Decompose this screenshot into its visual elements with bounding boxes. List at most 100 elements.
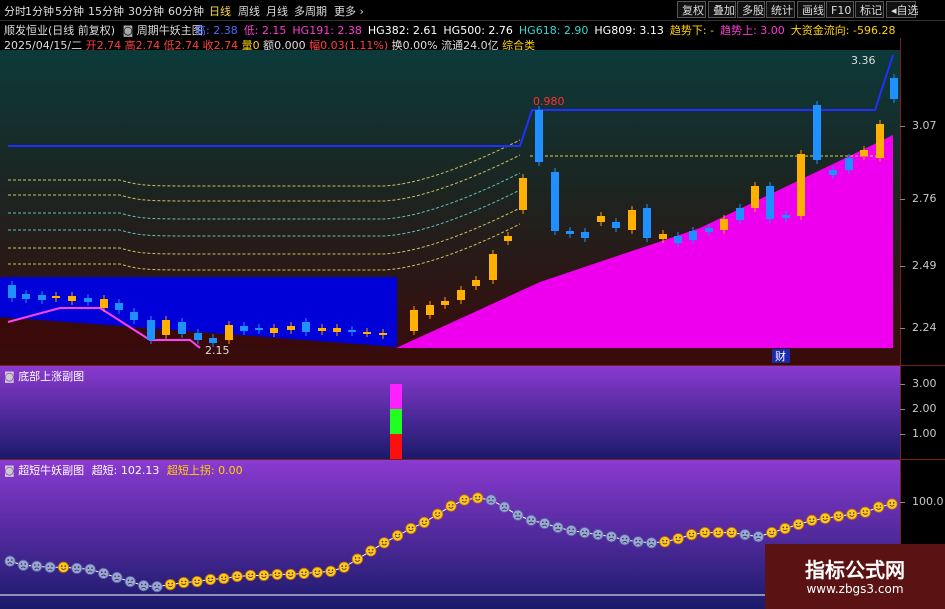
candle (890, 78, 898, 99)
axis-label: 1.00 (912, 427, 937, 440)
timeframe-7[interactable]: 周线 (238, 3, 260, 19)
timeframe-3[interactable]: 15分钟 (88, 3, 124, 19)
sad-face-icon (111, 571, 123, 584)
candle (240, 326, 248, 331)
sad-face-icon (645, 537, 658, 549)
watermark-title: 指标公式网 (805, 558, 905, 582)
sub1-settings-icon[interactable]: ◙ (4, 370, 15, 383)
happy-face-icon (204, 573, 217, 586)
sub2-title[interactable]: 超短牛妖副图 (18, 464, 84, 477)
happy-face-icon (378, 537, 390, 549)
happy-face-icon (699, 527, 711, 539)
toolbar-button-6[interactable]: 标记 (855, 1, 884, 18)
timeframe-0[interactable]: 分时 (4, 3, 26, 19)
sub1-chart[interactable] (0, 366, 900, 459)
toolbar-button-4[interactable]: 画线 (797, 1, 825, 18)
axis-label: 2.00 (912, 402, 937, 415)
happy-face-icon (231, 570, 243, 583)
toolbar-button-3[interactable]: 统计 (766, 1, 795, 18)
candle (551, 172, 559, 231)
candle (751, 186, 759, 208)
sub1-header: ◙ 底部上涨副图 (4, 368, 84, 384)
sad-face-icon (124, 575, 136, 588)
main-label-2: HG191: 2.38 (292, 24, 362, 37)
sad-face-icon (97, 567, 110, 580)
sub1-background (0, 366, 900, 459)
axis-tick (900, 384, 905, 385)
candle (705, 228, 713, 232)
candle (379, 333, 387, 335)
timeframe-5[interactable]: 60分钟 (168, 3, 204, 19)
timeframe-6[interactable]: 日线 (209, 3, 231, 19)
happy-face-icon (846, 508, 858, 520)
candle (612, 222, 620, 228)
sub1-title[interactable]: 底部上涨副图 (18, 370, 84, 383)
happy-face-icon (298, 567, 310, 580)
sad-face-icon (485, 494, 497, 506)
candle (333, 328, 341, 332)
main-label-0: 高: 2.38 (195, 24, 238, 37)
timeframe-10[interactable]: 更多 › (334, 3, 364, 19)
main-chart[interactable]: 3.36 0.980 2.15 财 (0, 50, 900, 365)
timeframe-9[interactable]: 多周期 (294, 3, 327, 19)
sad-face-icon (71, 562, 83, 574)
sad-face-icon (592, 529, 604, 541)
happy-face-icon (351, 553, 364, 565)
candle (255, 328, 263, 330)
toolbar-button-2[interactable]: 多股 (737, 1, 765, 18)
happy-face-icon (338, 561, 350, 573)
sad-face-icon (84, 563, 96, 575)
sub2-turn-label: 超短上拐: 0.00 (166, 464, 243, 477)
candle (674, 236, 682, 243)
candle (441, 301, 449, 305)
happy-face-icon (659, 536, 671, 548)
indicator-settings-icon[interactable]: ◙ (123, 24, 134, 37)
peak-annotation: 3.36 (851, 54, 876, 67)
candle (720, 219, 728, 230)
candle (287, 326, 295, 330)
main-label-9: 大资金流向: -596.28 (790, 24, 896, 37)
main-indicator-name[interactable]: 周期牛妖主图 (137, 24, 203, 37)
candle (472, 280, 480, 286)
happy-face-icon (685, 529, 698, 541)
sad-face-icon (44, 561, 56, 573)
toolbar-button-5[interactable]: F10 (826, 1, 854, 18)
candle (845, 158, 853, 170)
main-label-8: 趋势上: 3.00 (720, 24, 785, 37)
sad-face-icon (538, 517, 551, 530)
axis-label: 2.49 (912, 259, 937, 272)
sad-face-icon (605, 531, 617, 543)
happy-face-icon (311, 566, 323, 578)
candle (130, 312, 138, 320)
happy-face-icon (819, 512, 831, 524)
timeframe-2[interactable]: 5分钟 (55, 3, 84, 19)
candle (318, 328, 326, 331)
bottom-bar-red (390, 434, 402, 459)
timeframe-4[interactable]: 30分钟 (128, 3, 164, 19)
candle (597, 216, 605, 222)
candle (194, 333, 202, 340)
happy-face-icon (218, 572, 230, 585)
happy-face-icon (271, 568, 283, 581)
timeframe-8[interactable]: 月线 (266, 3, 288, 19)
sad-face-icon (138, 580, 150, 592)
timeframe-1[interactable]: 1分钟 (25, 3, 54, 19)
main-label-3: HG382: 2.61 (367, 24, 438, 37)
toolbar-button-0[interactable]: 复权 (677, 1, 706, 18)
sad-face-icon (4, 555, 16, 567)
sub2-settings-icon[interactable]: ◙ (4, 464, 15, 477)
happy-face-icon (418, 516, 430, 529)
happy-face-icon (191, 575, 203, 588)
axis-tick (900, 502, 905, 503)
happy-face-icon (873, 501, 885, 513)
main-indicator-values: 高: 2.38 低: 2.15 HG191: 2.38 HG382: 2.61 HG50… (195, 22, 901, 38)
main-label-1: 低: 2.15 (243, 24, 287, 37)
finance-marker[interactable]: 财 (775, 349, 786, 363)
candle (38, 295, 46, 300)
toolbar-button-1[interactable]: 叠加 (708, 1, 736, 18)
sad-face-icon (619, 534, 631, 546)
toolbar-button-7[interactable]: ◂自选 (886, 1, 919, 18)
happy-face-icon (472, 492, 484, 504)
axis-tick (900, 199, 905, 200)
happy-face-icon (57, 561, 70, 573)
